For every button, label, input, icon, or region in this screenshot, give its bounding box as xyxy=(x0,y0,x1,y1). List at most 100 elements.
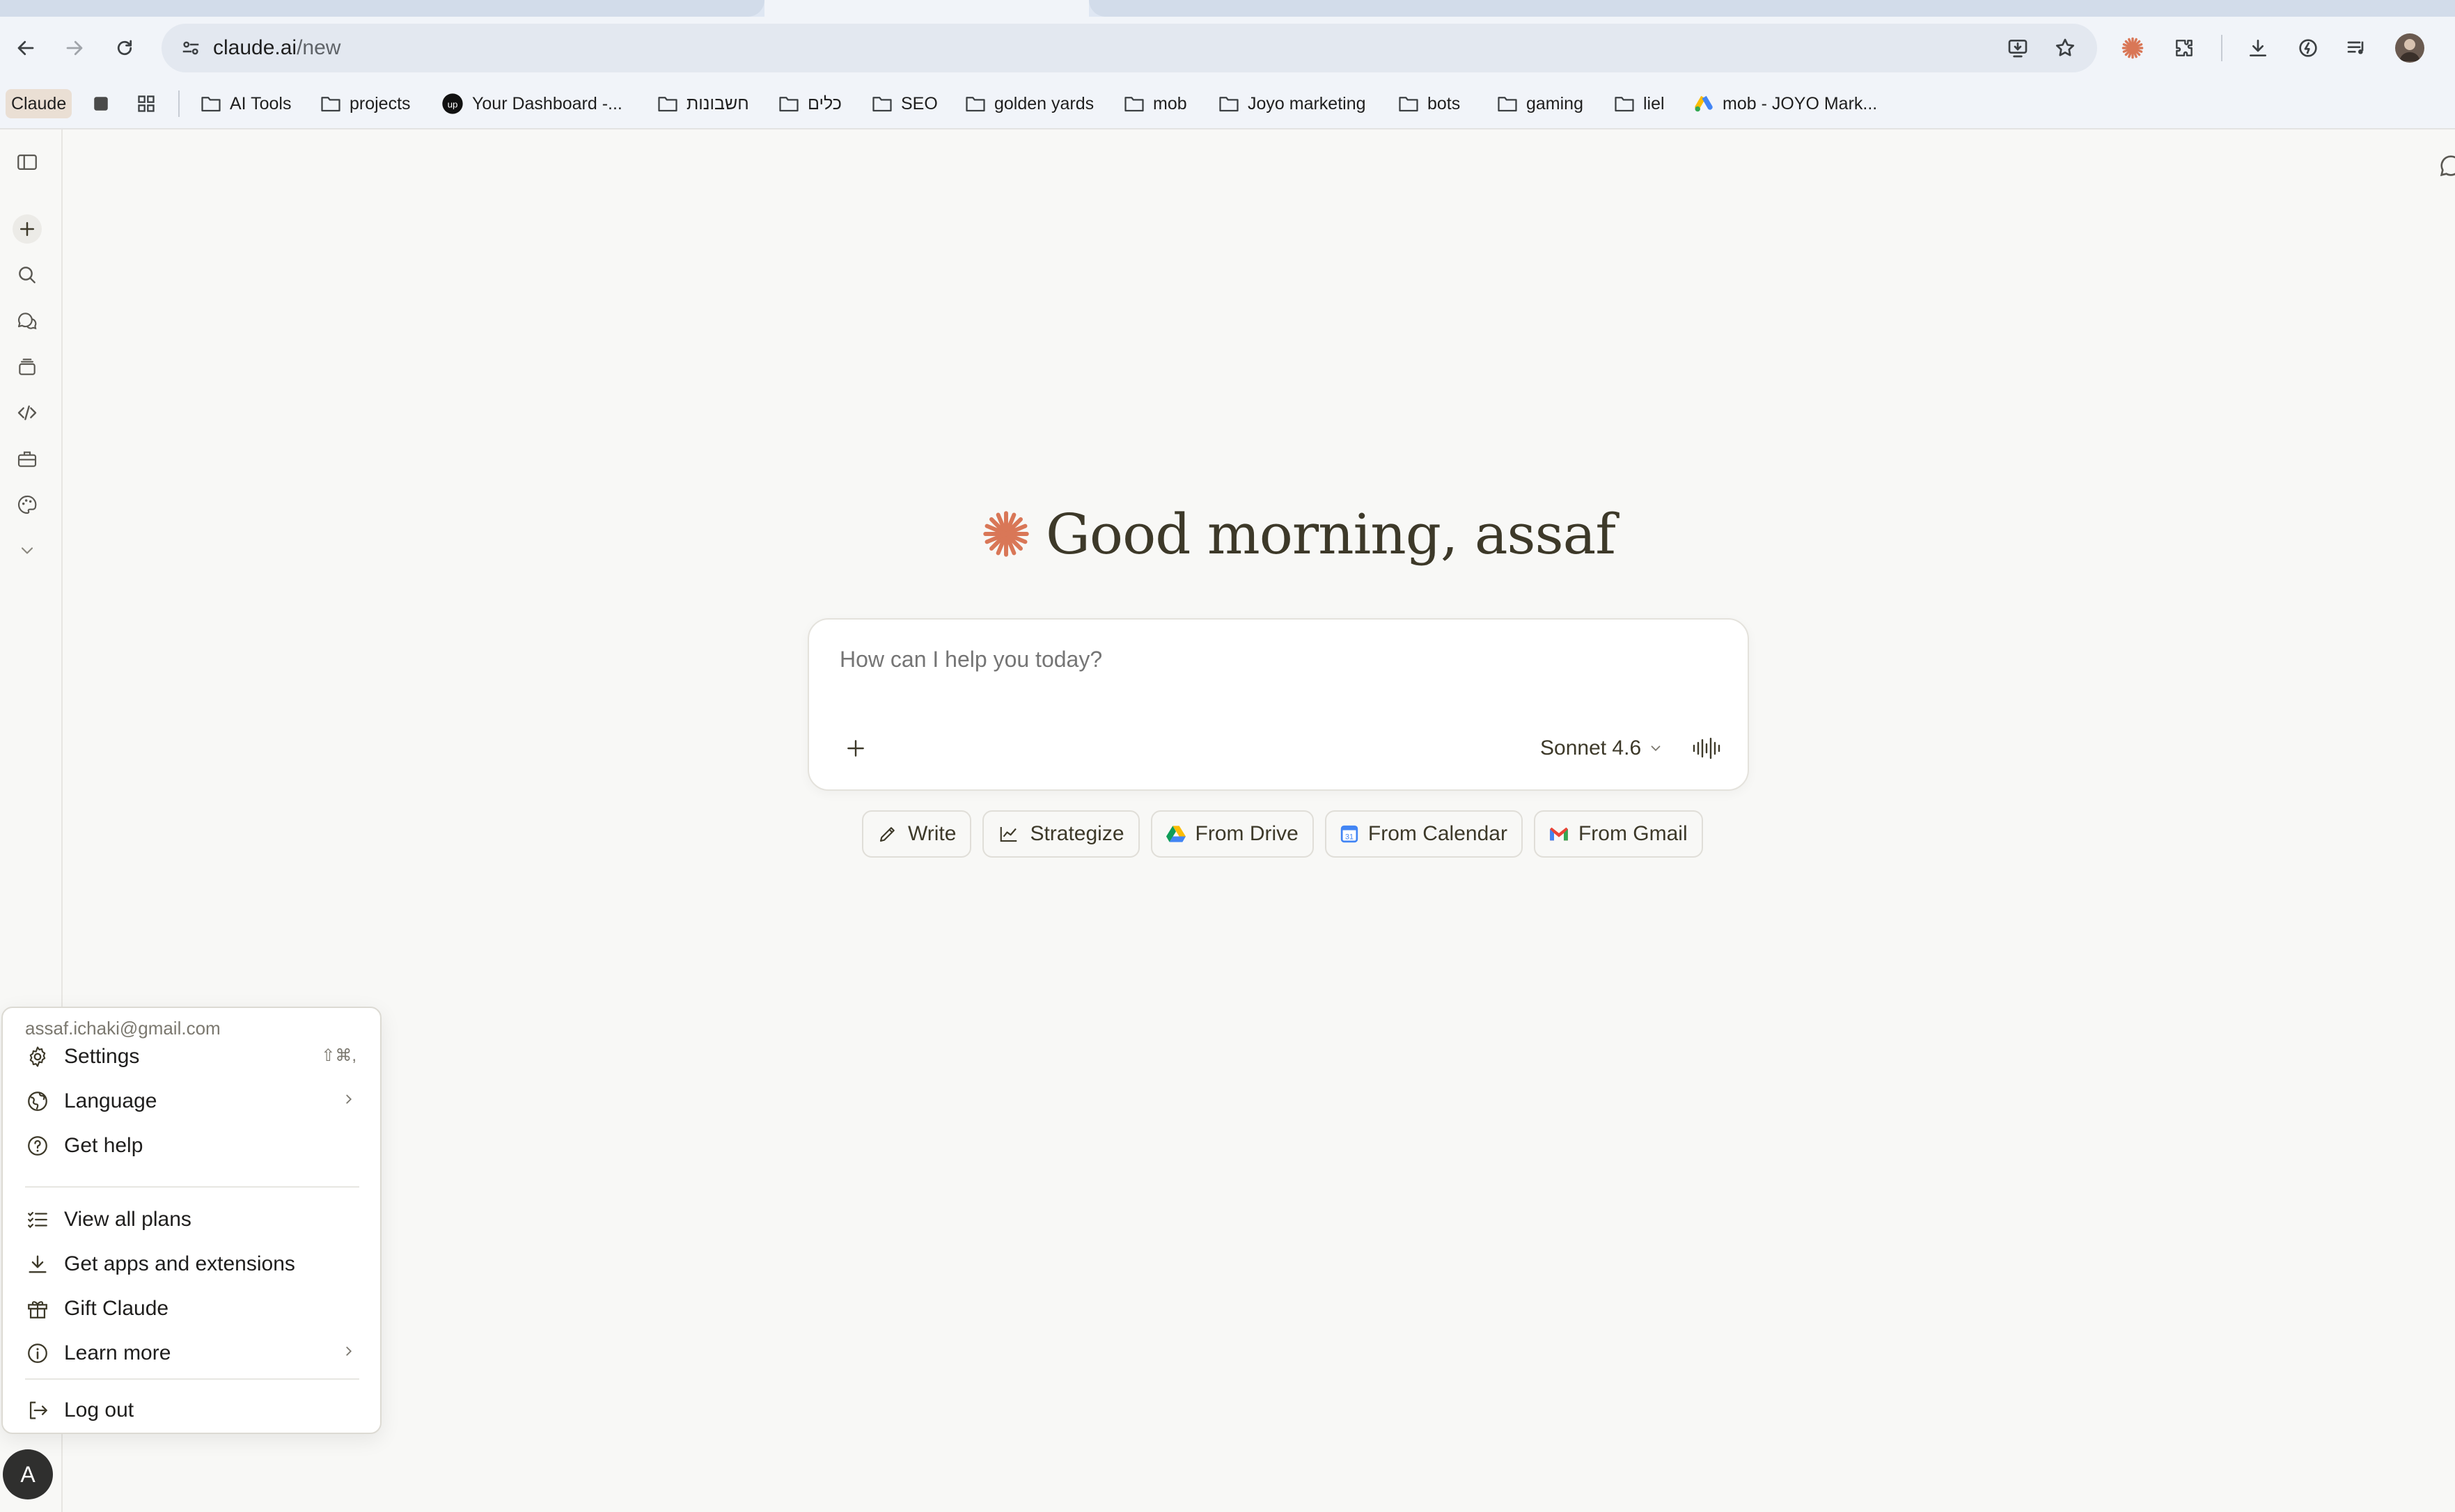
chip-from-gmail[interactable]: From Gmail xyxy=(1533,810,1703,858)
menu-item-label: Learn more xyxy=(64,1341,171,1364)
folder-icon xyxy=(1615,97,1634,112)
tab-strip xyxy=(0,0,2455,17)
chrome-profile-avatar[interactable] xyxy=(2395,33,2424,63)
extensions-puzzle-icon[interactable] xyxy=(2168,32,2200,64)
bookmark-star-icon[interactable] xyxy=(2050,33,2080,63)
bookmark-folder-accounts[interactable]: חשבונות xyxy=(657,89,749,118)
quick-action-chips: Write Strategize From Drive 31 From Cale… xyxy=(862,810,1703,858)
download-icon xyxy=(24,1250,52,1278)
bookmark-folder-seo[interactable]: SEO xyxy=(872,89,938,118)
google-ads-icon xyxy=(1695,95,1713,112)
bookmark-folder-gaming[interactable]: gaming xyxy=(1497,89,1583,118)
google-drive-icon xyxy=(1166,825,1186,843)
forward-icon[interactable] xyxy=(58,32,91,64)
bookmark-label: bots xyxy=(1427,93,1461,113)
folder-icon xyxy=(1219,97,1239,112)
chip-label: From Gmail xyxy=(1578,822,1688,845)
chart-line-icon xyxy=(998,824,1020,844)
toolbar-separator xyxy=(2221,35,2222,61)
chip-label: Strategize xyxy=(1030,822,1124,845)
model-selector[interactable]: Sonnet 4.6 xyxy=(1540,732,1663,764)
bookmark-claude[interactable]: Claude xyxy=(6,89,72,118)
add-attachment-button[interactable] xyxy=(838,731,873,766)
menu-item-learn-more[interactable]: Learn more xyxy=(14,1332,369,1374)
bookmark-folder-joyo-marketing[interactable]: Joyo marketing xyxy=(1218,89,1366,118)
chevron-right-icon xyxy=(341,1090,356,1108)
bookmark-folder-golden-yards[interactable]: golden yards xyxy=(965,89,1094,118)
menu-item-get-help[interactable]: Get help xyxy=(14,1125,369,1167)
menu-item-gift-claude[interactable]: Gift Claude xyxy=(14,1288,369,1330)
bookmark-folder-ai-tools[interactable]: AI Tools xyxy=(201,89,291,118)
bookmark-apps-grid[interactable] xyxy=(136,89,164,118)
svg-text:up: up xyxy=(448,99,458,109)
menu-item-log-out[interactable]: Log out xyxy=(14,1389,369,1431)
gear-icon xyxy=(24,1043,52,1071)
chevron-down-icon[interactable] xyxy=(13,536,42,565)
bookmark-label: Joyo marketing xyxy=(1248,93,1366,113)
chip-from-drive[interactable]: From Drive xyxy=(1150,810,1314,858)
chip-write[interactable]: Write xyxy=(862,810,972,858)
chip-from-calendar[interactable]: 31 From Calendar xyxy=(1324,810,1523,858)
bookmark-folder-tools[interactable]: כלים xyxy=(778,89,842,118)
menu-item-get-apps[interactable]: Get apps and extensions xyxy=(14,1243,369,1285)
new-chat-icon[interactable] xyxy=(13,214,42,244)
menu-item-label: View all plans xyxy=(64,1208,191,1231)
list-check-icon xyxy=(24,1206,52,1234)
gmail-icon xyxy=(1549,826,1569,842)
folder-icon xyxy=(1124,97,1144,112)
back-icon[interactable] xyxy=(10,32,42,64)
media-controls-icon[interactable] xyxy=(2341,32,2373,64)
folder-icon xyxy=(1399,97,1418,112)
bookmark-label: golden yards xyxy=(994,93,1095,113)
bookmark-mob-joyo[interactable]: mob - JOYO Mark... xyxy=(1693,89,1877,118)
chats-icon[interactable] xyxy=(13,306,42,336)
globe-icon xyxy=(24,1087,52,1115)
bookmark-app-square[interactable] xyxy=(92,89,118,118)
tab-active[interactable] xyxy=(764,0,1089,17)
site-settings-icon[interactable] xyxy=(175,33,206,63)
code-icon[interactable] xyxy=(13,398,42,427)
folder-icon xyxy=(872,97,892,112)
projects-icon[interactable] xyxy=(13,352,42,381)
tab-inactive[interactable] xyxy=(1089,0,2455,17)
bookmark-label: mob xyxy=(1153,93,1187,113)
address-bar[interactable]: claude.ai/new xyxy=(162,24,2097,72)
voice-mode-button[interactable] xyxy=(1688,730,1725,767)
reload-icon[interactable] xyxy=(109,32,141,64)
plus-icon xyxy=(847,740,864,757)
bookmark-folder-projects[interactable]: projects xyxy=(320,89,411,118)
user-avatar-button[interactable]: A xyxy=(3,1449,53,1499)
menu-item-label: Gift Claude xyxy=(64,1297,169,1320)
install-app-icon[interactable] xyxy=(2002,33,2033,63)
bookmark-your-dashboard[interactable]: up Your Dashboard -... xyxy=(441,89,622,118)
bookmark-folder-bots[interactable]: bots xyxy=(1398,89,1460,118)
palette-icon[interactable] xyxy=(13,490,42,519)
menu-item-view-all-plans[interactable]: View all plans xyxy=(14,1199,369,1241)
svg-text:31: 31 xyxy=(1345,833,1354,842)
apps-grid-icon xyxy=(138,95,155,112)
chip-label: Write xyxy=(908,822,957,845)
url-path: /new xyxy=(297,36,341,59)
bookmark-folder-mob[interactable]: mob xyxy=(1124,89,1187,118)
bookmark-folder-liel[interactable]: liel xyxy=(1614,89,1665,118)
waveform-icon xyxy=(1693,737,1720,759)
settings-shortcut: ⇧⌘, xyxy=(321,1046,356,1065)
url-text[interactable]: claude.ai/new xyxy=(213,36,340,61)
bookmark-label: כלים xyxy=(808,93,842,113)
toolbox-icon[interactable] xyxy=(13,444,42,473)
url-host: claude.ai xyxy=(213,36,297,59)
chip-strategize[interactable]: Strategize xyxy=(982,810,1140,858)
performance-icon[interactable] xyxy=(2292,32,2324,64)
chat-bubble-icon[interactable] xyxy=(2437,152,2455,180)
chip-label: From Calendar xyxy=(1367,822,1507,845)
menu-item-settings[interactable]: Settings ⇧⌘, xyxy=(14,1036,369,1078)
menu-item-label: Settings xyxy=(64,1045,140,1068)
tab-inactive[interactable] xyxy=(0,0,764,17)
download-icon[interactable] xyxy=(2242,32,2274,64)
menu-item-language[interactable]: Language xyxy=(14,1080,369,1122)
sidebar-toggle-icon[interactable] xyxy=(13,148,42,177)
search-icon[interactable] xyxy=(13,260,42,290)
bookmark-label: mob - JOYO Mark... xyxy=(1723,93,1878,113)
claude-extension-icon[interactable] xyxy=(2117,32,2149,64)
prompt-input[interactable] xyxy=(838,646,1677,673)
